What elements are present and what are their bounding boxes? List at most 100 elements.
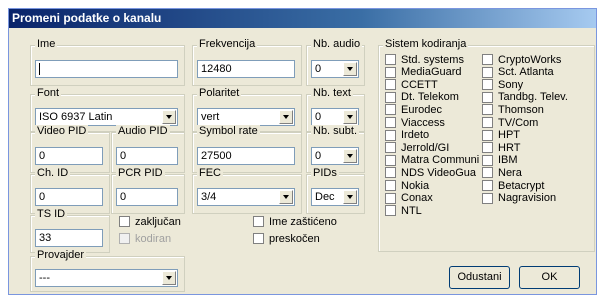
checkbox-box[interactable] xyxy=(482,129,493,141)
pids-label: PIDs xyxy=(311,167,339,180)
encryption-checkbox[interactable]: IBM xyxy=(482,154,518,167)
checkbox-box[interactable] xyxy=(482,79,493,91)
chevron-down-icon[interactable] xyxy=(162,110,176,124)
ime-zasticeno-checkbox[interactable]: Ime zaštićeno xyxy=(253,215,337,228)
nb-subt-select[interactable]: 0 xyxy=(311,147,359,165)
ch-id-input[interactable]: 0 xyxy=(35,188,103,206)
kodiran-checkbox[interactable]: kodiran xyxy=(119,232,171,245)
encryption-checkbox[interactable]: Matra Communi xyxy=(385,154,479,167)
encryption-checkbox[interactable]: Nagravision xyxy=(482,192,556,205)
checkbox-box[interactable] xyxy=(482,180,493,191)
font-select[interactable]: ISO 6937 Latin xyxy=(35,108,178,126)
nb-text-select[interactable]: 0 xyxy=(311,108,359,126)
checkbox-box[interactable] xyxy=(482,91,493,103)
checkbox-box[interactable] xyxy=(253,233,264,244)
checkbox-box[interactable] xyxy=(385,180,396,191)
encryption-option-label: Nera xyxy=(498,166,522,179)
cancel-button[interactable]: Odustani xyxy=(449,266,510,289)
encryption-option-label: Sony xyxy=(498,78,524,91)
pcr-pid-input[interactable]: 0 xyxy=(116,188,178,206)
checkbox-box[interactable] xyxy=(119,233,130,244)
encryption-checkbox[interactable]: MediaGuard xyxy=(385,66,462,79)
encryption-checkbox[interactable]: HRT xyxy=(482,141,520,154)
encryption-checkbox[interactable]: Betacrypt xyxy=(482,179,544,192)
encryption-checkbox[interactable]: CryptoWorks xyxy=(482,53,561,66)
chevron-down-icon[interactable] xyxy=(162,271,176,285)
encryption-checkbox[interactable]: Sony xyxy=(482,78,523,91)
fec-label: FEC xyxy=(197,167,223,180)
checkbox-box[interactable] xyxy=(385,91,396,103)
encryption-checkbox[interactable]: Tandbg. Telev. xyxy=(482,91,568,104)
checkbox-box[interactable] xyxy=(385,117,396,128)
checkbox-box[interactable] xyxy=(385,154,396,166)
frekvencija-input[interactable]: 12480 xyxy=(197,60,295,78)
checkbox-box[interactable] xyxy=(385,192,396,204)
checkbox-box[interactable] xyxy=(482,142,493,154)
ts-id-group: TS ID 33 xyxy=(30,208,110,253)
encryption-checkbox[interactable]: Conax xyxy=(385,192,433,205)
nb-audio-label: Nb. audio xyxy=(311,38,363,51)
encryption-checkbox[interactable]: TV/Com xyxy=(482,116,538,129)
chevron-down-icon[interactable] xyxy=(343,62,357,76)
encryption-checkbox[interactable]: HPT xyxy=(482,129,520,142)
checkbox-box[interactable] xyxy=(253,216,264,227)
encryption-checkbox[interactable]: NDS VideoGua xyxy=(385,166,476,179)
pids-select[interactable]: Dec xyxy=(311,188,359,206)
nb-audio-select[interactable]: 0 xyxy=(311,60,359,78)
provajder-select[interactable]: --- xyxy=(35,269,178,287)
ime-zasticeno-label: Ime zaštićeno xyxy=(269,215,337,228)
encryption-checkbox[interactable]: Viaccess xyxy=(385,116,445,129)
encryption-checkbox[interactable]: Jerrold/GI xyxy=(385,141,449,154)
audio-pid-input[interactable]: 0 xyxy=(116,147,178,165)
fec-group: FEC 3/4 xyxy=(192,167,302,214)
encryption-checkbox[interactable]: Thomson xyxy=(482,103,544,116)
checkbox-box[interactable] xyxy=(385,54,396,65)
checkbox-box[interactable] xyxy=(385,129,396,141)
chevron-down-icon[interactable] xyxy=(343,149,357,163)
chevron-down-icon[interactable] xyxy=(343,190,357,204)
checkbox-box[interactable] xyxy=(482,117,493,128)
encryption-checkbox[interactable]: Std. systems xyxy=(385,53,464,66)
kodiran-label: kodiran xyxy=(135,232,172,245)
checkbox-box[interactable] xyxy=(385,167,396,179)
checkbox-box[interactable] xyxy=(119,216,130,227)
checkbox-box[interactable] xyxy=(385,79,396,91)
encryption-checkbox[interactable]: Eurodec xyxy=(385,103,442,116)
video-pid-input[interactable]: 0 xyxy=(35,147,103,165)
ime-label: Ime xyxy=(35,38,58,51)
checkbox-box[interactable] xyxy=(482,104,493,116)
checkbox-box[interactable] xyxy=(482,192,493,204)
checkbox-box[interactable] xyxy=(482,54,493,65)
ts-id-input[interactable]: 33 xyxy=(35,229,103,247)
ime-input[interactable] xyxy=(35,60,178,78)
preskocen-checkbox[interactable]: preskočen xyxy=(253,232,320,245)
chevron-down-icon[interactable] xyxy=(343,110,357,124)
chevron-down-icon[interactable] xyxy=(279,190,293,204)
encryption-option-label: Sct. Atlanta xyxy=(498,66,554,79)
encryption-checkbox[interactable]: Nera xyxy=(482,166,522,179)
encryption-checkbox[interactable]: Dt. Telekom xyxy=(385,91,459,104)
fec-select[interactable]: 3/4 xyxy=(197,188,295,206)
checkbox-box[interactable] xyxy=(482,154,493,166)
checkbox-box[interactable] xyxy=(385,205,396,217)
encryption-checkbox[interactable]: Sct. Atlanta xyxy=(482,66,554,79)
encryption-option-label: Eurodec xyxy=(401,103,442,116)
encryption-option-label: NDS VideoGua xyxy=(401,166,477,179)
checkbox-box[interactable] xyxy=(482,66,493,78)
checkbox-box[interactable] xyxy=(482,167,493,179)
encryption-checkbox[interactable]: Nokia xyxy=(385,179,429,192)
zakljucan-checkbox[interactable]: zaključan xyxy=(119,215,181,228)
encryption-option-label: Dt. Telekom xyxy=(401,91,459,104)
symbol-rate-input[interactable]: 27500 xyxy=(197,147,295,165)
chevron-down-icon[interactable] xyxy=(279,110,293,124)
checkbox-box[interactable] xyxy=(385,66,396,78)
checkbox-box[interactable] xyxy=(385,142,396,154)
checkbox-box[interactable] xyxy=(385,104,396,116)
encryption-checkbox[interactable]: NTL xyxy=(385,204,422,217)
encryption-checkbox[interactable]: Irdeto xyxy=(385,129,429,142)
polaritet-select[interactable]: vert xyxy=(197,108,295,126)
ok-button[interactable]: OK xyxy=(519,266,580,289)
text-caret xyxy=(39,63,40,76)
pcr-pid-label: PCR PID xyxy=(116,167,165,180)
encryption-checkbox[interactable]: CCETT xyxy=(385,78,438,91)
